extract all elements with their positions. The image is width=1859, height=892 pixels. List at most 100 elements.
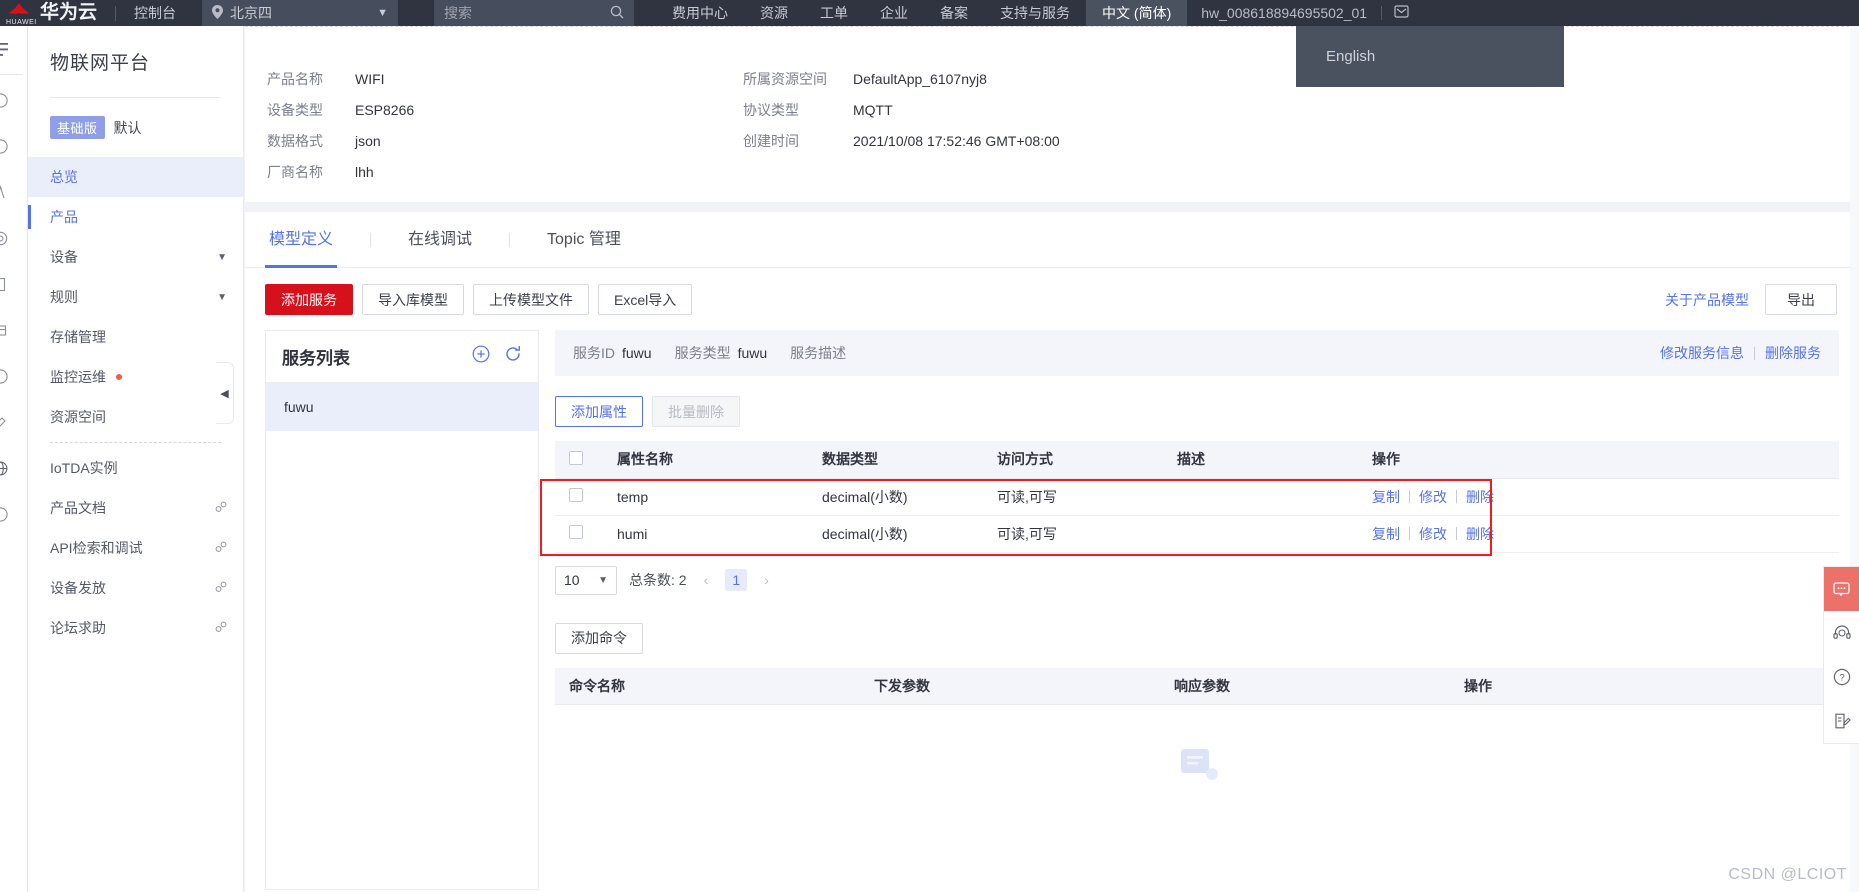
- sidebar-item-rules[interactable]: 规则 ▼: [28, 277, 243, 317]
- property-table-header-row: 属性名称 数据类型 访问方式 描述 操作: [555, 441, 1839, 479]
- server-icon[interactable]: [0, 261, 14, 307]
- svg-text:?: ?: [1839, 673, 1844, 684]
- sidebar-item-label: 总览: [50, 169, 78, 185]
- current-page-button[interactable]: 1: [725, 569, 748, 591]
- nav-item-icp[interactable]: 备案: [924, 0, 984, 26]
- sidebar-title: 物联网平台: [50, 53, 151, 74]
- sidebar-item-api-explorer[interactable]: API检索和调试: [28, 528, 243, 568]
- info-value: DefaultApp_6107nyj8: [853, 70, 987, 87]
- nav-item-fee-center[interactable]: 费用中心: [656, 0, 744, 26]
- globe-icon[interactable]: [0, 445, 14, 491]
- header-access-mode: 访问方式: [983, 441, 1163, 479]
- sidebar-item-forum-help[interactable]: 论坛求助: [28, 608, 243, 648]
- edit-link[interactable]: 修改: [1419, 487, 1447, 507]
- search-icon[interactable]: [610, 5, 624, 22]
- new-badge-dot-icon: [116, 374, 122, 380]
- sidebar-item-products[interactable]: 产品: [28, 197, 243, 237]
- database-icon[interactable]: [0, 307, 14, 353]
- language-dropdown-menu[interactable]: English: [1296, 26, 1564, 87]
- excel-import-button[interactable]: Excel导入: [598, 284, 693, 315]
- message-icon[interactable]: [1382, 4, 1421, 23]
- edit-link[interactable]: 修改: [1419, 524, 1447, 544]
- info-row-created-time: 创建时间 2021/10/08 17:52:46 GMT+08:00: [743, 125, 1443, 156]
- sidebar-item-resource-space[interactable]: 资源空间: [28, 397, 243, 437]
- sidebar-item-monitoring[interactable]: 监控运维 ▼: [28, 357, 243, 397]
- add-property-button[interactable]: 添加属性: [555, 396, 643, 427]
- question-icon[interactable]: ?: [1824, 655, 1859, 699]
- delete-link[interactable]: 删除: [1466, 487, 1494, 507]
- select-all-checkbox[interactable]: [569, 450, 583, 465]
- import-library-button[interactable]: 导入库模型: [362, 284, 464, 315]
- sidebar-item-iotda-instance[interactable]: IoTDA实例: [28, 448, 243, 488]
- edit-icon[interactable]: [1824, 699, 1859, 743]
- rail-divider: [0, 74, 23, 75]
- copy-link[interactable]: 复制: [1372, 524, 1400, 544]
- tab-divider: [370, 232, 372, 247]
- page-scrollbar[interactable]: [1850, 26, 1859, 892]
- sidebar-item-label: 设备: [50, 249, 78, 265]
- table-row[interactable]: temp decimal(小数) 可读,可写 复制 修改 删除: [555, 478, 1839, 516]
- sidebar-item-device-provisioning[interactable]: 设备发放: [28, 568, 243, 608]
- plus-circle-icon[interactable]: [472, 345, 490, 368]
- service-list-item-fuwu[interactable]: fuwu: [266, 383, 538, 431]
- prev-page-button[interactable]: ‹: [699, 572, 714, 588]
- sidebar-item-product-docs[interactable]: 产品文档: [28, 488, 243, 528]
- chevron-down-icon: ▼: [217, 251, 227, 263]
- add-service-button[interactable]: 添加服务: [265, 284, 353, 315]
- info-label: 所属资源空间: [743, 70, 827, 87]
- nav-item-support[interactable]: 支持与服务: [984, 0, 1086, 26]
- sidebar-item-overview[interactable]: 总览: [28, 157, 243, 197]
- sidebar-item-storage[interactable]: 存储管理: [28, 317, 243, 357]
- cloud-icon[interactable]: [0, 215, 14, 261]
- feedback-icon[interactable]: [1824, 567, 1859, 611]
- service-item-label: fuwu: [284, 399, 314, 415]
- tab-topic-management[interactable]: Topic 管理: [543, 212, 625, 268]
- region-selector[interactable]: 北京四 ▼: [202, 0, 399, 26]
- person-icon[interactable]: [0, 169, 14, 215]
- service-list-panel: 服务列表 fuwu: [265, 330, 539, 890]
- language-selector[interactable]: 中文 (简体): [1086, 0, 1188, 26]
- service-id-value: fuwu: [622, 345, 652, 361]
- rocket-icon[interactable]: [0, 399, 14, 445]
- tab-online-debug[interactable]: 在线调试: [404, 212, 476, 268]
- console-link[interactable]: 控制台: [134, 3, 176, 23]
- delete-service-link[interactable]: 删除服务: [1765, 343, 1821, 363]
- add-command-button[interactable]: 添加命令: [555, 622, 643, 654]
- row-checkbox[interactable]: [569, 525, 583, 539]
- nav-item-enterprise[interactable]: 企业: [864, 0, 924, 26]
- tab-model-definition[interactable]: 模型定义: [265, 212, 338, 268]
- sidebar-item-label: 产品: [50, 209, 78, 225]
- row-checkbox[interactable]: [569, 488, 583, 502]
- nav-divider: [115, 5, 117, 21]
- next-page-button[interactable]: ›: [759, 572, 774, 588]
- upload-model-file-button[interactable]: 上传模型文件: [473, 284, 589, 315]
- headset-icon[interactable]: [1824, 611, 1859, 655]
- brand-logo[interactable]: HUAWEI 华为云: [0, 2, 97, 27]
- total-count-label: 总条数: 2: [629, 572, 687, 588]
- export-button[interactable]: 导出: [1765, 284, 1837, 315]
- sidebar-item-label: IoTDA实例: [50, 460, 118, 476]
- edit-service-link[interactable]: 修改服务信息: [1660, 343, 1744, 363]
- nav-item-tickets[interactable]: 工单: [804, 0, 864, 26]
- external-link-icon: [215, 541, 227, 556]
- circle-icon[interactable]: [0, 353, 14, 399]
- account-name-label[interactable]: hw_008618894695502_01: [1187, 5, 1381, 21]
- clock-icon[interactable]: [0, 77, 14, 123]
- global-search-box[interactable]: 搜索: [434, 0, 635, 26]
- refresh-icon[interactable]: [504, 345, 522, 368]
- copy-link[interactable]: 复制: [1372, 487, 1400, 507]
- info-value: MQTT: [853, 101, 893, 118]
- page-size-selector[interactable]: 10 ▼: [555, 565, 617, 595]
- about-product-model-link[interactable]: 关于产品模型: [1665, 290, 1749, 310]
- nav-item-resources[interactable]: 资源: [744, 0, 804, 26]
- ring-icon[interactable]: [0, 491, 14, 537]
- info-label: 产品名称: [267, 70, 323, 87]
- sidebar-collapse-toggle[interactable]: ◀: [216, 362, 234, 424]
- menu-icon[interactable]: [0, 26, 14, 72]
- language-option-english[interactable]: English: [1296, 48, 1375, 65]
- cell-data-type: decimal(小数): [808, 478, 983, 516]
- sidebar-item-devices[interactable]: 设备 ▼: [28, 237, 243, 277]
- star-icon[interactable]: [0, 123, 14, 169]
- table-row[interactable]: humi decimal(小数) 可读,可写 复制 修改 删除: [555, 515, 1839, 553]
- delete-link[interactable]: 删除: [1466, 524, 1494, 544]
